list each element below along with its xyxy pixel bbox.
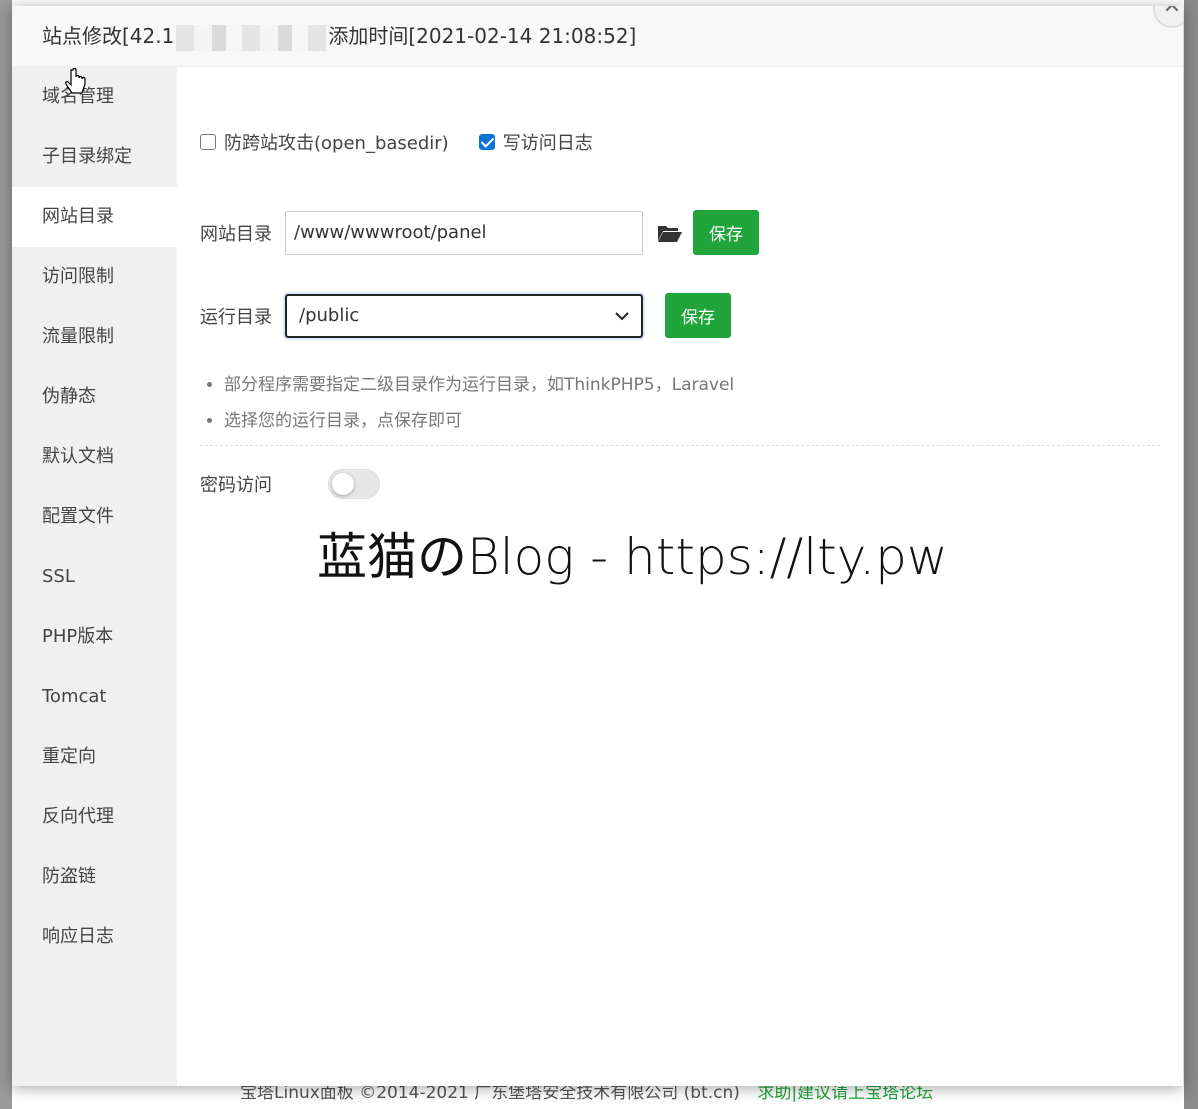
overlay-shade-left — [0, 0, 12, 1109]
options-row: 防跨站攻击(open_basedir) 写访问日志 — [200, 129, 623, 155]
run-dir-label: 运行目录 — [200, 306, 272, 328]
sidebar-item[interactable]: Tomcat — [12, 667, 177, 727]
tip-item: 选择您的运行目录，点保存即可 — [224, 403, 1160, 439]
sidebar-item[interactable]: 流量限制 — [12, 307, 177, 367]
site-dir-save-button[interactable]: 保存 — [693, 210, 759, 255]
sidebar-item[interactable]: 伪静态 — [12, 367, 177, 427]
run-dir-row: 运行目录 /public 保存 — [200, 293, 731, 338]
sidebar-item[interactable]: 配置文件 — [12, 487, 177, 547]
website-directory-panel: 防跨站攻击(open_basedir) 写访问日志 网站目录 /www/wwwr… — [177, 67, 1183, 1086]
mouse-pointer-icon — [65, 68, 86, 94]
dialog-title-prefix: 站点修改[42.1 — [42, 24, 175, 48]
access-log-checkbox[interactable] — [478, 134, 495, 150]
site-dir-row: 网站目录 /www/wwwroot/panel 保存 — [200, 210, 759, 255]
access-log-label: 写访问日志 — [502, 133, 593, 154]
run-dir-selected-value: /public — [299, 305, 360, 326]
password-access-label: 密码访问 — [200, 475, 272, 496]
footer-copyright: 宝塔Linux面板 ©2014-2021 广东堡塔安全技术有限公司 (bt.cn… — [240, 1083, 740, 1103]
sidebar-item[interactable]: 访问限制 — [12, 247, 177, 307]
overlay-shade-right — [1184, 0, 1198, 1109]
sidebar-item[interactable]: 重定向 — [12, 727, 177, 787]
sidebar-item[interactable]: 响应日志 — [12, 907, 177, 967]
footer-forum-link[interactable]: 求助|建议请上宝塔论坛 — [757, 1083, 933, 1103]
dialog-title: 站点修改[42.1 添加时间[2021-02-14 21:08:52] — [12, 6, 1183, 67]
folder-open-icon[interactable] — [657, 222, 683, 244]
open-basedir-label: 防跨站攻击(open_basedir) — [224, 133, 449, 154]
tip-item: 部分程序需要指定二级目录作为运行目录，如ThinkPHP5，Laravel — [224, 367, 1160, 403]
sidebar-item[interactable]: 网站目录 — [12, 187, 177, 247]
dialog-title-added-time: 添加时间[2021-02-14 21:08:52] — [328, 24, 637, 48]
help-tips: 部分程序需要指定二级目录作为运行目录，如ThinkPHP5，Laravel 选择… — [200, 367, 1160, 446]
site-edit-dialog: 站点修改[42.1 添加时间[2021-02-14 21:08:52] 域名管理子… — [12, 6, 1183, 1086]
sidebar-item[interactable]: PHP版本 — [12, 607, 177, 667]
chevron-down-icon — [615, 311, 629, 320]
site-dir-input[interactable]: /www/wwwroot/panel — [285, 210, 643, 255]
site-dir-label: 网站目录 — [200, 223, 272, 245]
sidebar-item[interactable]: SSL — [12, 547, 177, 607]
sidebar-item[interactable]: 防盗链 — [12, 847, 177, 907]
run-dir-select[interactable]: /public — [285, 293, 643, 338]
run-dir-save-button[interactable]: 保存 — [665, 293, 731, 338]
watermark-text: 蓝猫のBlog - https://lty.pw — [317, 528, 948, 586]
settings-sidebar: 域名管理 子目录绑定 网站目录 访问限制 流量限制 伪静态 默认文档 配置文件 SSL PHP版本… — [12, 67, 177, 1086]
open-basedir-checkbox[interactable] — [200, 134, 216, 150]
sidebar-item[interactable]: 默认文档 — [12, 427, 177, 487]
password-access-row: 密码访问 — [200, 469, 380, 499]
sidebar-item[interactable]: 反向代理 — [12, 787, 177, 847]
sidebar-item[interactable]: 子目录绑定 — [12, 127, 177, 187]
sidebar-item[interactable]: 域名管理 — [12, 67, 177, 127]
password-access-toggle[interactable] — [328, 469, 380, 499]
site-dir-value: /www/wwwroot/panel — [294, 222, 487, 243]
redacted-ip-mask — [176, 24, 327, 51]
